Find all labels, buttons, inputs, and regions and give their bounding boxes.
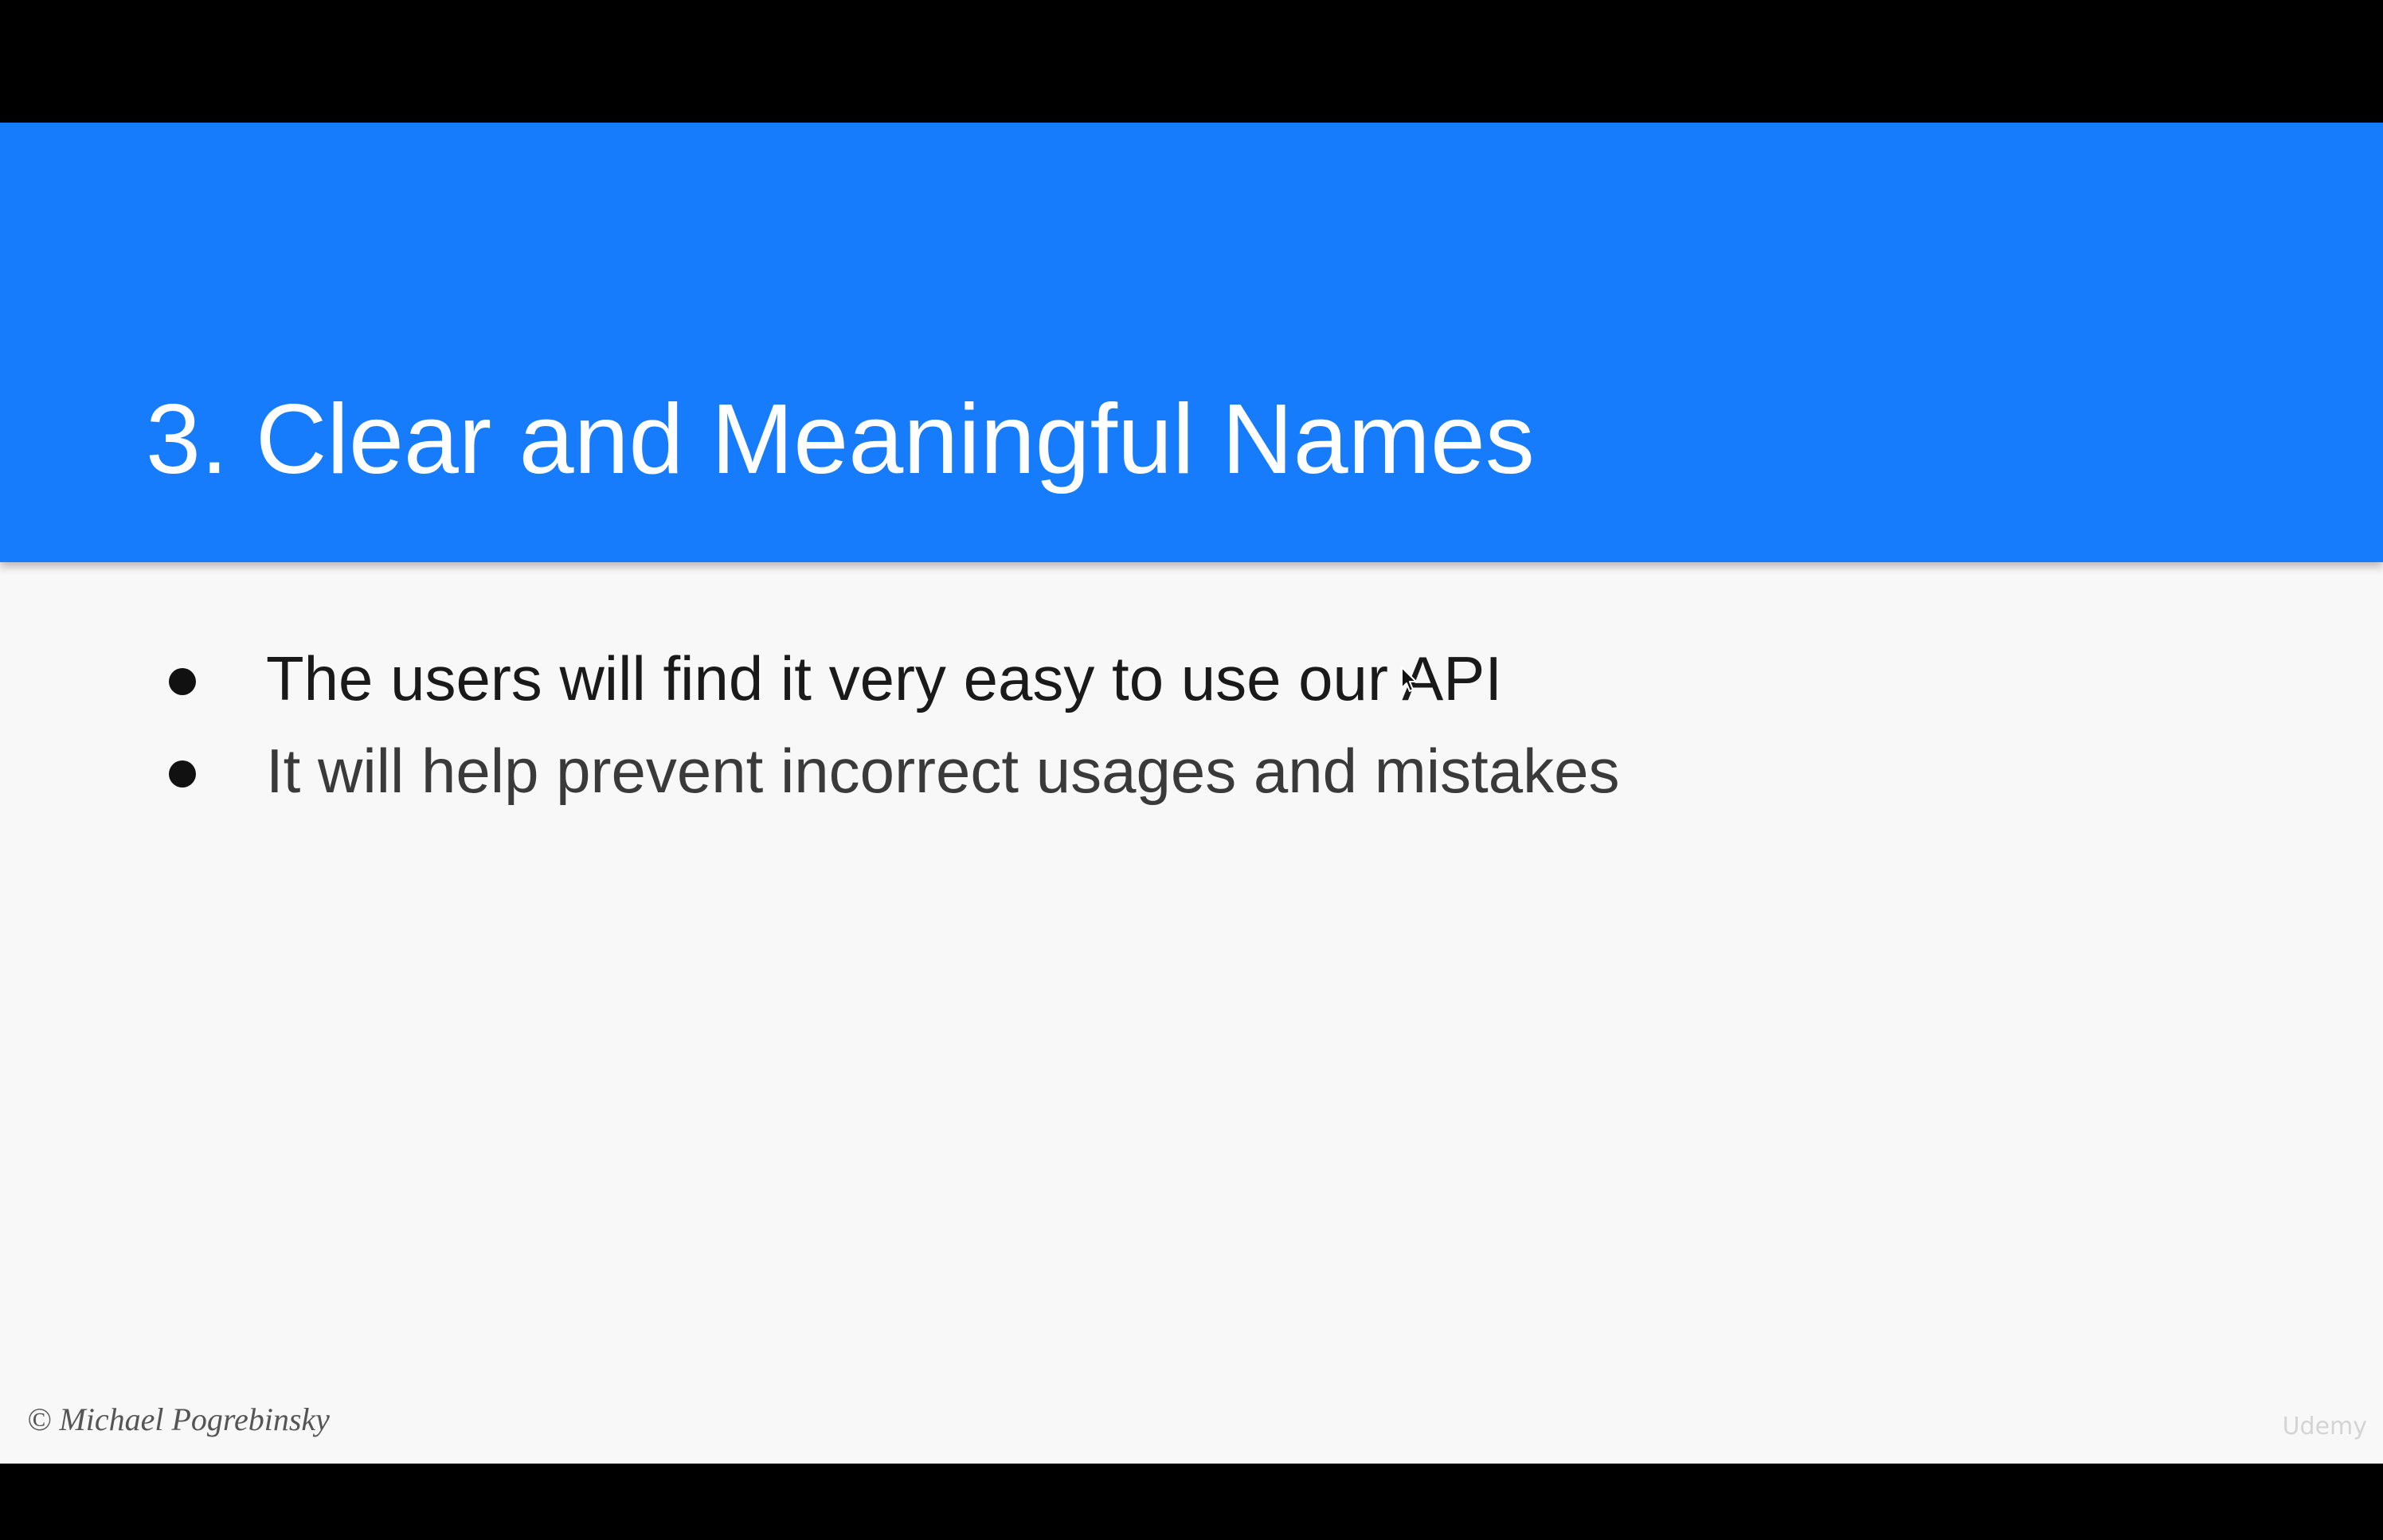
video-frame: 3. Clear and Meaningful Names The users … (0, 0, 2383, 1540)
bullet-text: It will help prevent incorrect usages an… (266, 736, 1620, 806)
mouse-pointer-icon (1401, 666, 1417, 692)
bullet-dot-icon (169, 760, 196, 788)
presentation-slide: 3. Clear and Meaningful Names The users … (0, 123, 2383, 1464)
copyright-notice: © Michael Pogrebinsky (27, 1401, 330, 1437)
slide-title: 3. Clear and Meaningful Names (146, 385, 1535, 494)
slide-title-bar: 3. Clear and Meaningful Names (0, 123, 2383, 562)
bullet-text: The users will find it very easy to use … (266, 643, 1503, 713)
udemy-watermark: Udemy (2282, 1413, 2367, 1440)
bullet-dot-icon (169, 668, 196, 695)
